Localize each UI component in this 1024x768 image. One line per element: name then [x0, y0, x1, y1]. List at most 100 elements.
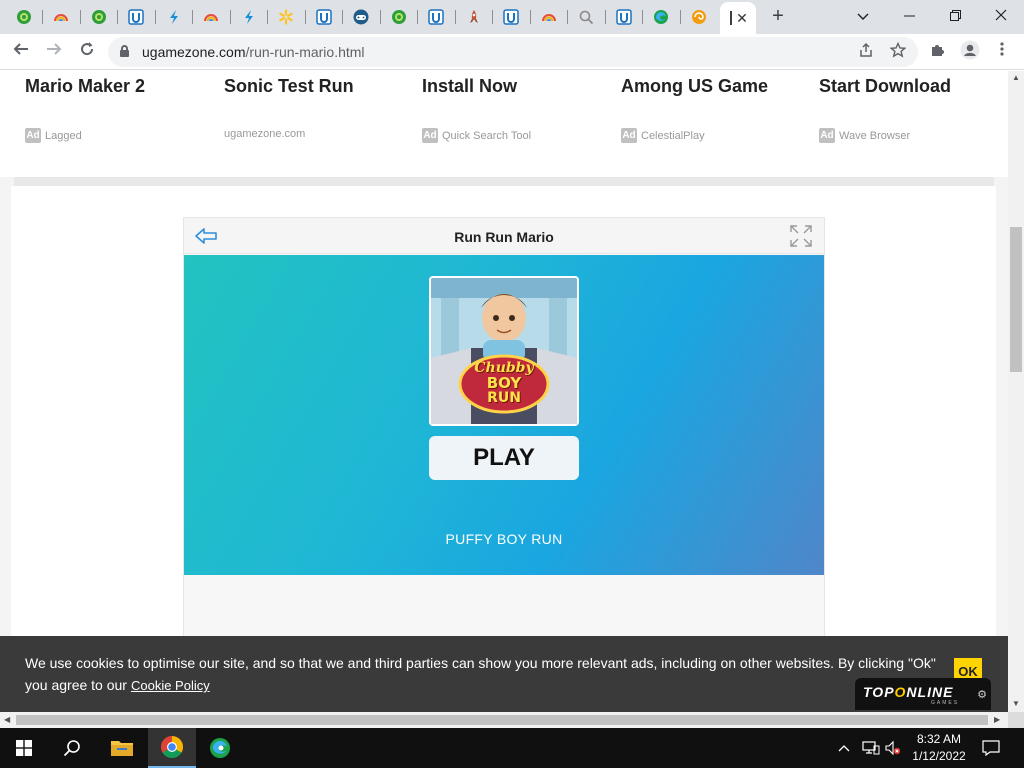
bookmark-star-icon[interactable]: [888, 41, 908, 62]
minimize-button[interactable]: [886, 4, 932, 28]
restore-button[interactable]: [932, 4, 978, 28]
browser-tab[interactable]: [193, 4, 230, 30]
cookie-policy-link[interactable]: Cookie Policy: [131, 678, 210, 693]
scrollbar-corner: [1008, 712, 1024, 728]
browser-tab[interactable]: [568, 4, 605, 30]
ad-title[interactable]: Install Now: [422, 76, 612, 100]
edge-icon: [653, 9, 669, 25]
game-stage[interactable]: Chubby BOY RUN PLAY PUFFY BOY RUN: [184, 255, 824, 575]
lightning-icon: [166, 9, 182, 25]
browser-tab[interactable]: [43, 4, 80, 30]
clock-time: 8:32 AM: [916, 732, 962, 746]
game-thumbnail[interactable]: Chubby BOY RUN: [429, 276, 579, 426]
start-button[interactable]: [0, 728, 48, 768]
browser-tab[interactable]: [455, 4, 492, 30]
browser-tab[interactable]: [493, 4, 530, 30]
ad-title[interactable]: Start Download: [819, 76, 1008, 100]
file-explorer-icon[interactable]: [98, 728, 146, 768]
ad-source-label: CelestialPlay: [641, 129, 705, 142]
vertical-scrollbar[interactable]: ▲ ▼: [1008, 71, 1024, 712]
browser-tab[interactable]: [5, 4, 42, 30]
new-tab-button[interactable]: +: [768, 6, 788, 26]
taskbar-search-icon[interactable]: [48, 728, 96, 768]
profile-avatar-icon[interactable]: [958, 40, 982, 64]
volume-muted-icon[interactable]: [884, 728, 902, 768]
browser-tab[interactable]: [268, 4, 305, 30]
ad-title[interactable]: Mario Maker 2: [25, 76, 215, 100]
browser-tab[interactable]: [80, 4, 117, 30]
forward-button[interactable]: [42, 40, 66, 64]
play-button[interactable]: PLAY: [429, 436, 579, 480]
show-hidden-icons[interactable]: [838, 728, 850, 768]
ad-source[interactable]: ugamezone.com: [224, 128, 414, 140]
chrome-taskbar-icon[interactable]: [148, 728, 196, 768]
u-logo-icon: [128, 9, 144, 25]
tab-active[interactable]: ✕: [720, 2, 756, 34]
browser-tab[interactable]: [155, 4, 192, 30]
brand-wordmark: TOPONLINE: [863, 684, 954, 700]
extensions-icon[interactable]: [926, 40, 950, 64]
vertical-scroll-thumb[interactable]: [1010, 227, 1022, 372]
green-circle-icon: [91, 9, 107, 25]
orange-swirl-icon: [691, 9, 707, 25]
browser-tab[interactable]: [118, 4, 155, 30]
horizontal-scrollbar[interactable]: ◀ ▶: [0, 712, 1008, 728]
notifications-icon[interactable]: [982, 728, 1000, 768]
tab-search-dropdown-icon[interactable]: [840, 4, 886, 28]
windows-taskbar: 8:32 AM 1/12/2022: [0, 728, 1024, 768]
ad-item[interactable]: Start Download Ad Wave Browser: [819, 76, 1008, 143]
browser-tab[interactable]: [643, 4, 680, 30]
ad-source[interactable]: Ad Wave Browser: [819, 128, 1008, 143]
ad-source[interactable]: Ad Quick Search Tool: [422, 128, 612, 143]
browser-tab[interactable]: [680, 4, 717, 30]
scroll-left-arrow-icon[interactable]: ◀: [4, 715, 10, 724]
browser-tab[interactable]: [418, 4, 455, 30]
thumb-text-run: RUN: [487, 390, 521, 406]
ad-source[interactable]: Ad Lagged: [25, 128, 215, 143]
u-logo-icon: [315, 9, 332, 25]
url-text[interactable]: ugamezone.com/run-run-mario.html: [142, 44, 365, 60]
edge-taskbar-icon[interactable]: [196, 728, 244, 768]
rainbow-icon: [203, 9, 219, 25]
horizontal-scroll-thumb[interactable]: [16, 715, 988, 725]
browser-tab[interactable]: [530, 4, 567, 30]
game-name: PUFFY BOY RUN: [445, 531, 563, 547]
settings-gear-icon[interactable]: ⚙: [977, 688, 987, 701]
ad-badge: Ad: [25, 128, 41, 143]
browser-tab[interactable]: [343, 4, 380, 30]
brand-sub: GAMES: [931, 700, 960, 706]
browser-tab[interactable]: [230, 4, 267, 30]
ad-source-label: Wave Browser: [839, 129, 911, 142]
scroll-right-arrow-icon[interactable]: ▶: [994, 715, 1000, 724]
tab-loading-indicator: [730, 11, 733, 25]
address-bar[interactable]: ugamezone.com/run-run-mario.html: [108, 37, 918, 67]
browser-tab[interactable]: [305, 4, 342, 30]
network-icon[interactable]: [862, 728, 880, 768]
ad-title[interactable]: Sonic Test Run: [224, 76, 414, 100]
ad-source[interactable]: Ad CelestialPlay: [621, 128, 811, 143]
system-clock[interactable]: 8:32 AM 1/12/2022: [904, 731, 974, 765]
green-circle-icon: [16, 9, 32, 25]
close-tab-icon[interactable]: ✕: [736, 10, 748, 27]
u-logo-icon: [615, 9, 632, 25]
ad-item[interactable]: Among US Game Ad CelestialPlay: [621, 76, 811, 143]
toponline-games-logo[interactable]: TOPONLINE GAMES ⚙: [855, 678, 991, 710]
reload-button[interactable]: [75, 40, 99, 64]
ad-badge: Ad: [422, 128, 438, 143]
close-window-button[interactable]: [978, 4, 1024, 28]
back-button[interactable]: [9, 40, 33, 64]
ad-item[interactable]: Install Now Ad Quick Search Tool: [422, 76, 612, 143]
scroll-down-arrow-icon[interactable]: ▼: [1012, 699, 1020, 708]
browser-menu-icon[interactable]: [990, 40, 1014, 64]
lock-icon[interactable]: [120, 45, 129, 57]
fullscreen-icon[interactable]: [790, 225, 812, 247]
browser-tab[interactable]: [605, 4, 642, 30]
browser-tab[interactable]: [380, 4, 417, 30]
ad-item[interactable]: Mario Maker 2 Ad Lagged: [25, 76, 215, 143]
ad-title[interactable]: Among US Game: [621, 76, 811, 100]
ad-source-label: Quick Search Tool: [442, 129, 532, 142]
browser-tab-strip: ✕ +: [0, 0, 1024, 34]
scroll-up-arrow-icon[interactable]: ▲: [1012, 73, 1020, 82]
ad-item[interactable]: Sonic Test Run ugamezone.com: [224, 76, 414, 140]
share-icon[interactable]: [856, 42, 876, 62]
